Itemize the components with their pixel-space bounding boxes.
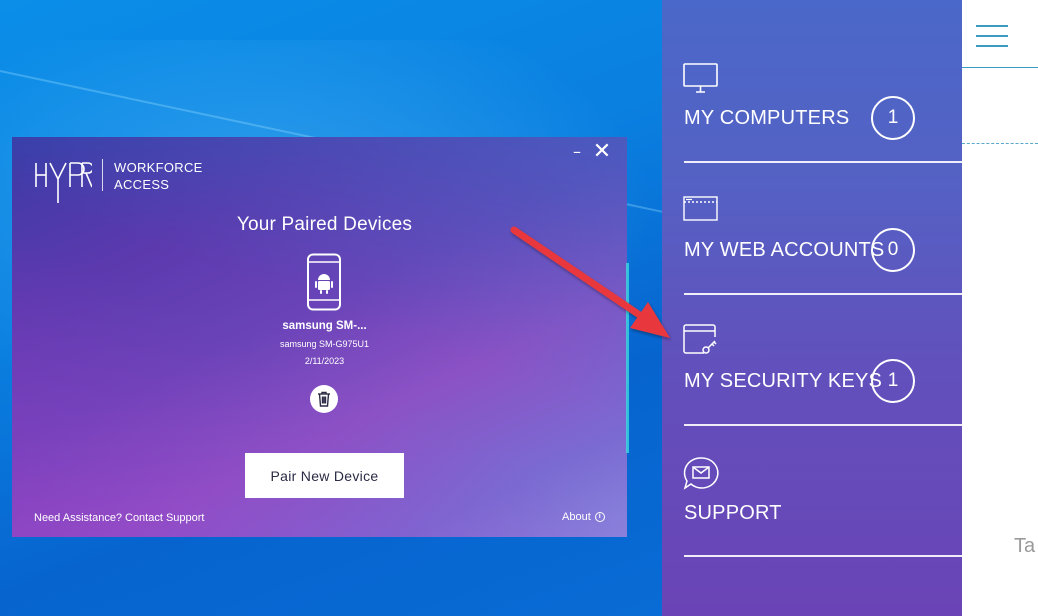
brand-divider (102, 159, 103, 191)
delete-device-button[interactable] (310, 385, 338, 413)
sidebar-item-support[interactable]: SUPPORT (684, 502, 782, 525)
sidebar-divider (684, 555, 962, 557)
main-content-area: Ta (962, 0, 1038, 616)
need-assistance-label: Need Assistance? (34, 512, 123, 524)
hypr-logo (35, 162, 92, 203)
my-computers-count-badge: 1 (871, 96, 915, 140)
about-label: About (562, 511, 591, 523)
sidebar-divider (684, 293, 962, 295)
brand-text-workforce: WORKFORCE (114, 160, 203, 175)
pair-new-device-button[interactable]: Pair New Device (245, 453, 404, 498)
device-paired-date: 2/11/2023 (304, 356, 345, 366)
truncated-content-text: Ta (1014, 535, 1036, 557)
device-model: samsung SM-G975U1 (279, 339, 370, 349)
contact-support-link[interactable]: Contact Support (125, 512, 205, 524)
my-web-accounts-count-badge: 0 (871, 228, 915, 272)
my-security-keys-count-badge: 1 (871, 359, 915, 403)
hamburger-menu-icon[interactable] (976, 25, 1008, 49)
monitor-icon (683, 63, 718, 93)
minimize-button[interactable]: – (570, 142, 584, 162)
device-name: samsung SM-... (282, 320, 367, 332)
brand-text-access: ACCESS (114, 177, 170, 192)
trash-icon (318, 391, 330, 407)
page-title: Your Paired Devices (236, 214, 413, 235)
sidebar-divider (684, 424, 962, 426)
sidebar: MY COMPUTERS 1 MY WEB ACCOUNTS 0 MY SECU… (662, 0, 962, 616)
info-icon: i (594, 512, 605, 522)
sidebar-item-my-security-keys[interactable]: MY SECURITY KEYS (684, 370, 882, 393)
sidebar-item-my-web-accounts[interactable]: MY WEB ACCOUNTS (684, 239, 884, 262)
close-button[interactable]: ✕ (592, 141, 612, 163)
sidebar-divider (684, 161, 962, 163)
header-underline (962, 67, 1038, 68)
android-phone-icon (307, 253, 341, 311)
about-link[interactable]: About i (562, 511, 605, 523)
dashed-separator (962, 143, 1038, 144)
sidebar-item-my-computers[interactable]: MY COMPUTERS (684, 107, 849, 130)
chat-mail-icon (683, 457, 719, 490)
